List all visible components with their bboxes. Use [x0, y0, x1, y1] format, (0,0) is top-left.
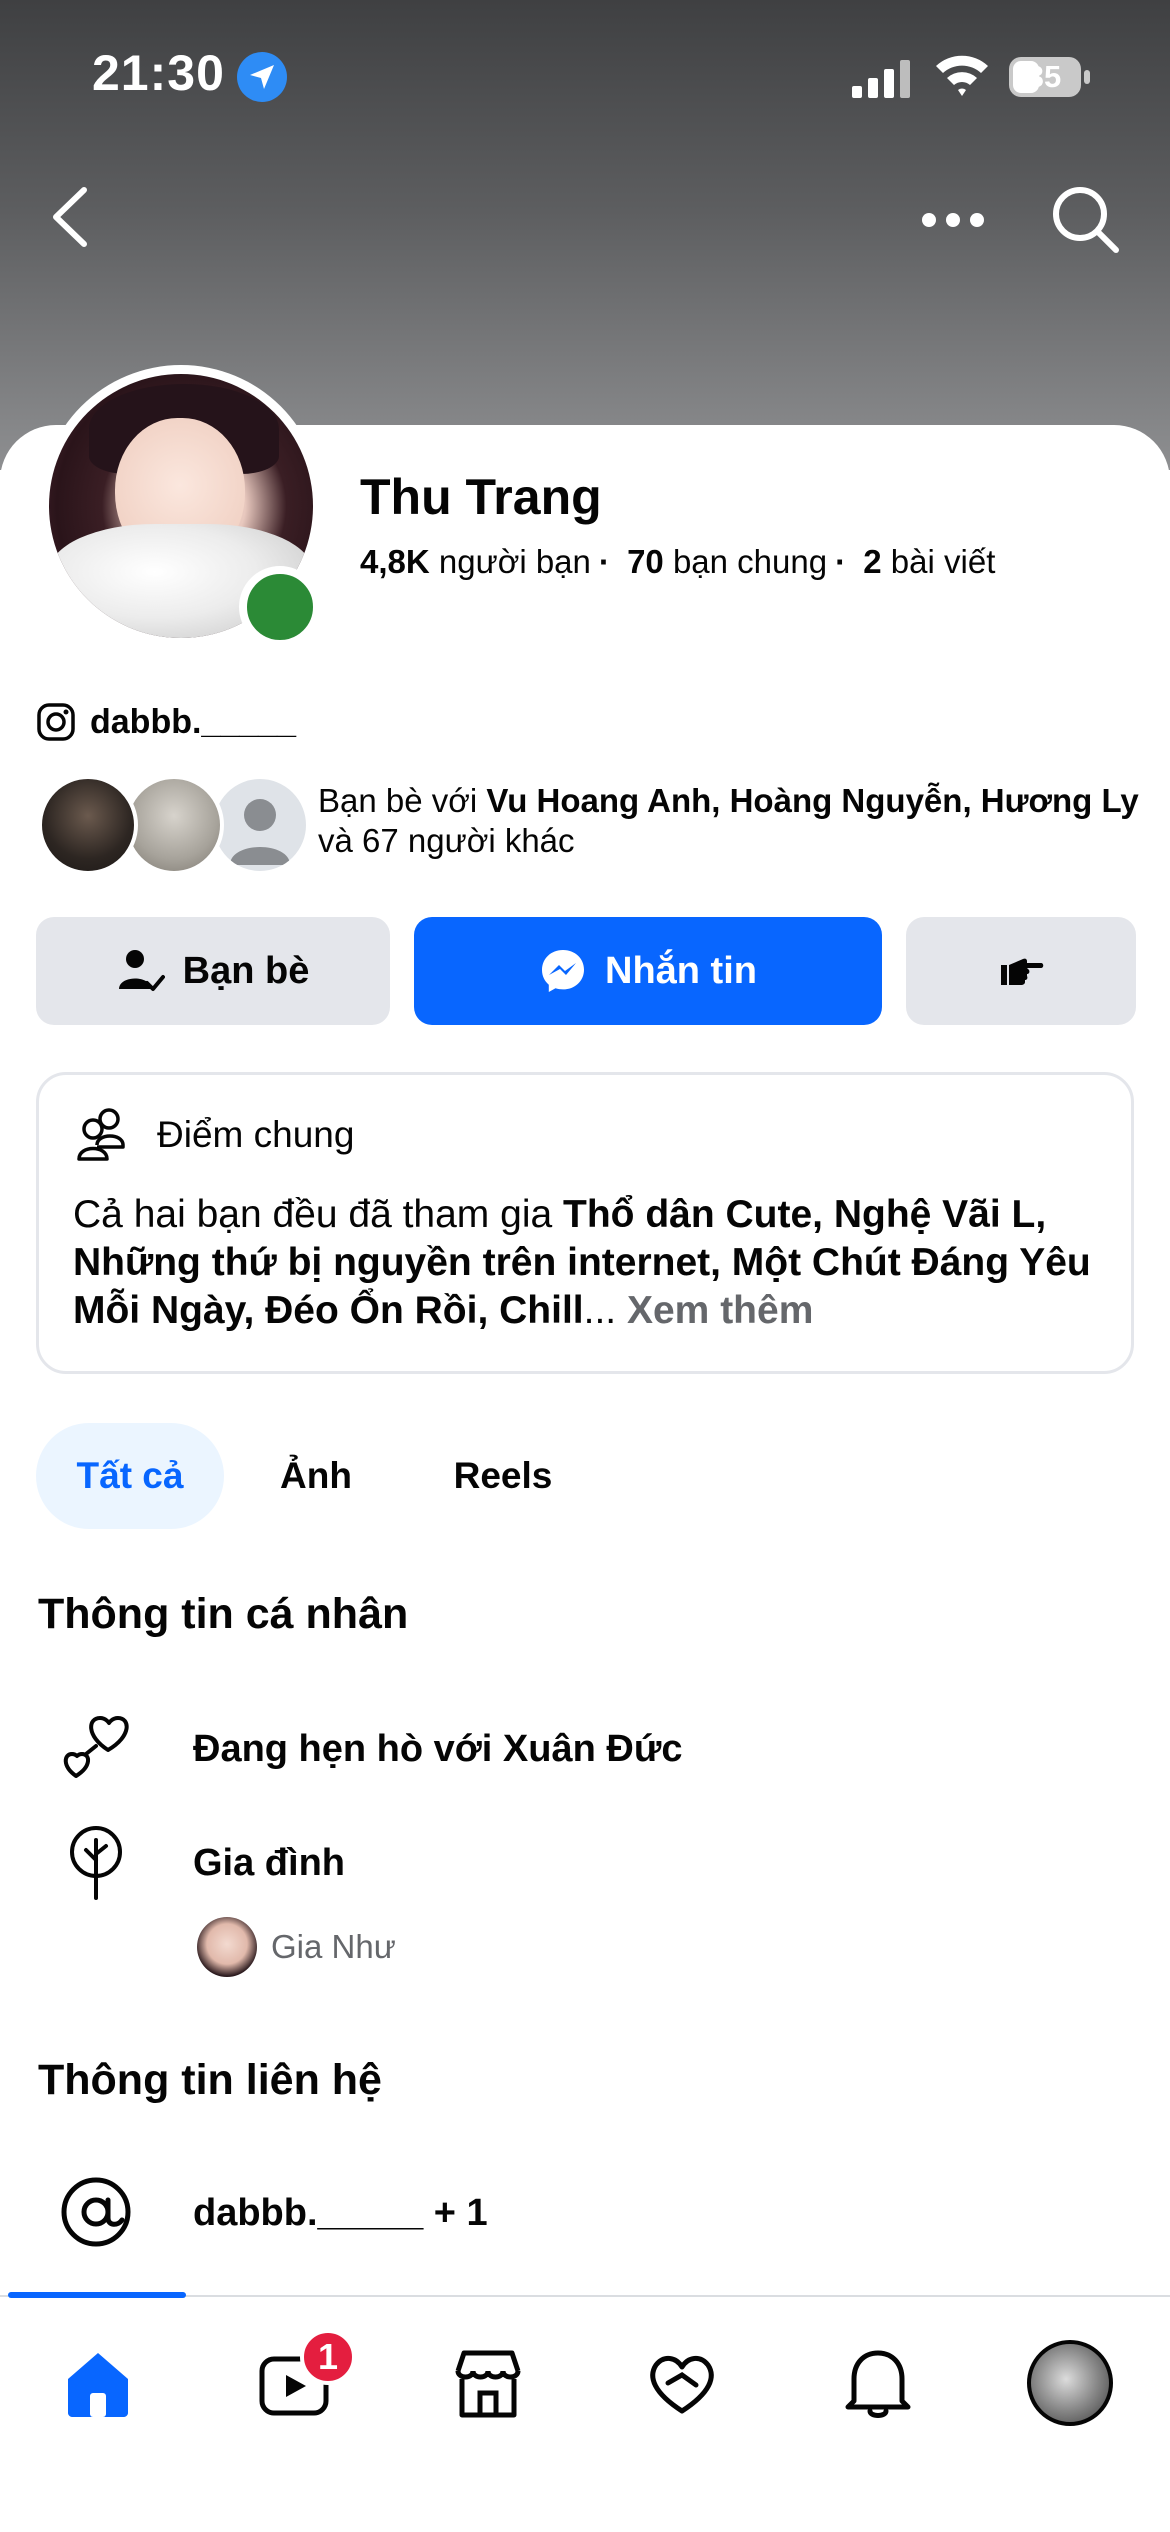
- marketplace-icon: [455, 2350, 521, 2418]
- people-icon: [77, 1108, 125, 1161]
- battery-level: 35: [1026, 59, 1062, 94]
- location-arrow-icon: [237, 52, 287, 102]
- poke-button[interactable]: [906, 917, 1136, 1025]
- status-time: 21:30: [92, 45, 225, 101]
- profile-avatar-thumbnail: [1027, 2340, 1113, 2426]
- mutual-count[interactable]: 70: [627, 543, 664, 580]
- nav-dating[interactable]: [622, 2333, 742, 2433]
- profile-tabs: Tất cả Ảnh Reels: [36, 1423, 598, 1529]
- nav-profile[interactable]: [1010, 2333, 1130, 2433]
- nav-home[interactable]: [38, 2333, 158, 2433]
- contact-info-title: Thông tin liên hệ: [38, 2056, 382, 2104]
- personal-info-title: Thông tin cá nhân: [38, 1590, 409, 1638]
- relationship-text: Đang hẹn hò với Xuân Đức: [193, 1728, 683, 1770]
- friends-count[interactable]: 4,8K: [360, 543, 430, 580]
- see-more-link[interactable]: Xem thêm: [627, 1289, 813, 1332]
- message-button-label: Nhắn tin: [605, 949, 757, 992]
- relationship-row[interactable]: Đang hẹn hò với Xuân Đức: [0, 1708, 1170, 1788]
- tab-reels[interactable]: Reels: [408, 1423, 598, 1529]
- common-header: Điểm chung: [73, 1105, 354, 1165]
- bottom-navigation: 1: [0, 2292, 1170, 2532]
- heart-icon: [650, 2356, 714, 2414]
- pointing-hand-icon: [1001, 958, 1044, 985]
- video-badge: 1: [300, 2329, 356, 2385]
- hearts-icon: [63, 1716, 129, 1778]
- profile-stats: 4,8K người bạn · 70 bạn chung · 2 bài viết: [360, 543, 996, 580]
- family-label: Gia đình: [193, 1842, 345, 1884]
- profile-name: Thu Trang: [360, 469, 602, 525]
- tab-photos[interactable]: Ảnh: [224, 1423, 408, 1529]
- active-tab-indicator: [8, 2292, 186, 2298]
- family-member-name: Gia Như: [271, 1928, 396, 1965]
- mutual-friend-avatar: [38, 775, 138, 875]
- mutual-friends-text: Bạn bè với Vu Hoang Anh, Hoàng Nguyễn, H…: [318, 782, 1139, 859]
- status-bar: 21:30 35: [0, 0, 1170, 150]
- common-body: Cả hai bạn đều đã tham gia Thổ dân Cute,…: [73, 1193, 1091, 1332]
- nav-notifications[interactable]: [818, 2333, 938, 2433]
- friends-button[interactable]: Bạn bè: [36, 917, 390, 1025]
- friends-button-label: Bạn bè: [182, 949, 310, 992]
- profile-page: 21:30 35 Thu Trang 4,8K người bạn · 70 b…: [0, 0, 1170, 2532]
- at-sign-icon: [61, 2177, 131, 2247]
- family-member[interactable]: Gia Như: [197, 1917, 396, 1977]
- bell-icon: [845, 2350, 911, 2418]
- profile-actions: Bạn bè Nhắn tin: [36, 917, 1136, 1025]
- posts-count: 2: [863, 543, 882, 580]
- friends-label[interactable]: người bạn: [439, 543, 591, 580]
- family-tree-icon: [70, 1826, 122, 1900]
- back-button[interactable]: [46, 184, 92, 250]
- more-options-button[interactable]: [920, 200, 986, 240]
- contact-row[interactable]: dabbb._____ + 1: [0, 2172, 1170, 2252]
- contact-handle: dabbb._____ + 1: [193, 2192, 488, 2234]
- family-row[interactable]: Gia đình: [0, 1822, 1170, 1902]
- cellular-signal-icon: [852, 60, 910, 98]
- instagram-icon: [37, 703, 75, 741]
- mutual-friend-avatar: [124, 775, 224, 875]
- message-button[interactable]: Nhắn tin: [414, 917, 882, 1025]
- tab-all[interactable]: Tất cả: [36, 1423, 224, 1529]
- common-interests-card[interactable]: Điểm chung Cả hai bạn đều đã tham gia Th…: [36, 1072, 1134, 1374]
- family-member-avatar: [197, 1917, 257, 1977]
- wifi-icon: [936, 55, 988, 96]
- online-status-dot: [239, 566, 321, 648]
- search-button[interactable]: [1050, 184, 1120, 254]
- mutual-label[interactable]: bạn chung: [673, 543, 827, 580]
- friend-check-icon: [118, 950, 165, 991]
- instagram-link[interactable]: dabbb._____: [36, 700, 296, 744]
- mutual-friends-row[interactable]: Bạn bè với Vu Hoang Anh, Hoàng Nguyễn, H…: [38, 775, 1148, 885]
- posts-label: bài viết: [890, 543, 996, 580]
- nav-video[interactable]: 1: [234, 2329, 356, 2433]
- default-avatar-icon: [210, 775, 310, 875]
- home-icon: [68, 2353, 128, 2417]
- common-title: Điểm chung: [157, 1114, 355, 1155]
- messenger-icon: [542, 950, 584, 992]
- nav-marketplace[interactable]: [428, 2333, 548, 2433]
- instagram-handle: dabbb._____: [90, 702, 296, 741]
- mutual-friend-names[interactable]: Vu Hoang Anh, Hoàng Nguyễn, Hương Ly: [486, 782, 1138, 819]
